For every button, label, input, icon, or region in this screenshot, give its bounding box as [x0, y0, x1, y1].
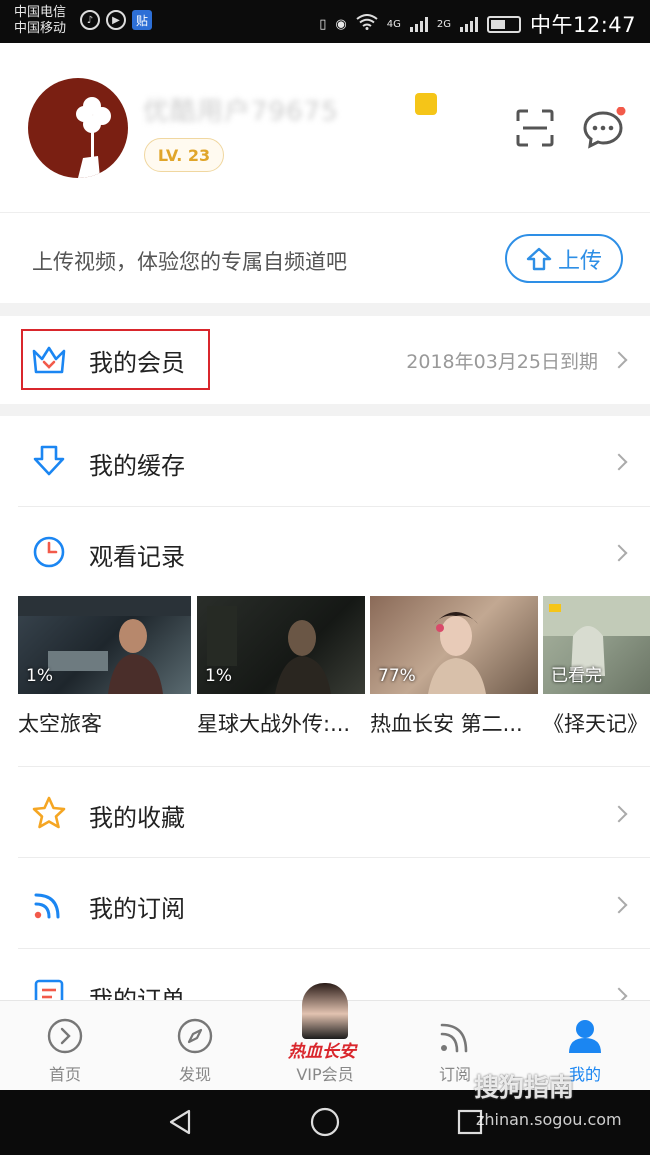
- headset-icon: ♪: [80, 10, 100, 30]
- history-strip: 1% 太空旅客 1% 星球大战外传:... 77% 热血长安 第二... 已看完…: [0, 596, 650, 766]
- menu-item-subscriptions[interactable]: 我的订阅: [0, 858, 650, 948]
- nav-discover-label: 发现: [178, 1065, 211, 1084]
- history-title: 星球大战外传:...: [197, 712, 351, 736]
- message-icon: [583, 106, 626, 149]
- play-icon: ▶: [106, 10, 126, 30]
- signal-2-icon: [459, 16, 478, 32]
- status-bar: 中国电信 中国移动 ♪ ▶ 贴 ▯ ◉ 4G 2G 中午12:47: [0, 0, 650, 43]
- section-gap: [0, 303, 650, 316]
- history-title: 热血长安 第二...: [370, 712, 523, 736]
- signal-1-icon: [409, 16, 428, 32]
- home-icon[interactable]: [309, 1106, 341, 1138]
- scan-button[interactable]: [514, 107, 556, 149]
- vip-crown-icon: [415, 93, 437, 115]
- rss-icon: [440, 1023, 468, 1053]
- eye-icon: ◉: [335, 16, 347, 32]
- history-progress: 77%: [378, 666, 416, 686]
- nav-home[interactable]: 首页: [0, 1001, 130, 1091]
- upload-button-label: 上传: [557, 248, 602, 274]
- app-root: 中国电信 中国移动 ♪ ▶ 贴 ▯ ◉ 4G 2G 中午12:47 优酷用户79…: [0, 0, 650, 1155]
- history-title: 《择天记》: [543, 712, 648, 736]
- tieba-icon: 贴: [132, 10, 152, 30]
- upload-icon: [526, 247, 552, 270]
- menu-item-history[interactable]: 观看记录: [0, 507, 650, 597]
- message-button[interactable]: [582, 106, 626, 149]
- carrier-info: 中国电信 中国移动: [14, 5, 66, 37]
- section-gap: [0, 404, 650, 416]
- carrier-2: 中国移动: [14, 21, 67, 36]
- history-progress: 已看完: [551, 666, 602, 686]
- crown-icon: [31, 342, 67, 378]
- menu-label-cache: 我的缓存: [89, 452, 185, 480]
- notification-icons: ♪ ▶ 贴: [80, 10, 152, 30]
- watermark-url: zhinan.sogou.com: [476, 1110, 622, 1129]
- membership-expiry: 2018年03月25日到期: [406, 351, 598, 373]
- history-thumbnail[interactable]: 1%: [18, 596, 191, 694]
- rss-icon: [31, 886, 67, 922]
- history-title: 太空旅客: [18, 712, 102, 736]
- chevron-right-icon: [610, 453, 628, 471]
- clock: 中午12:47: [529, 13, 636, 37]
- membership-row[interactable]: 我的会员 2018年03月25日到期: [0, 316, 650, 404]
- upload-button[interactable]: 上传: [505, 234, 623, 283]
- scan-icon: [516, 109, 554, 147]
- download-icon: [31, 443, 67, 479]
- battery-icon: [486, 15, 521, 33]
- star-icon: [31, 795, 67, 831]
- network-label-2: 2G: [436, 18, 451, 30]
- chevron-right-icon: [610, 351, 628, 369]
- vip-promo-banner: 热血长安: [288, 1042, 356, 1062]
- profile-header: 优酷用户79675 LV. 23: [0, 43, 650, 213]
- vip-promo-image: [302, 983, 348, 1039]
- network-label-1: 4G: [386, 18, 401, 30]
- menu-label-history: 观看记录: [89, 543, 185, 571]
- nav-vip[interactable]: 热血长安 VIP会员: [260, 983, 390, 1091]
- wifi-icon: [356, 14, 378, 34]
- status-right: ▯ ◉ 4G 2G 中午12:47: [319, 9, 636, 39]
- username[interactable]: 优酷用户79675: [143, 91, 393, 128]
- menu-item-cache[interactable]: 我的缓存: [0, 416, 650, 506]
- history-thumbnail[interactable]: 77%: [370, 596, 538, 694]
- watermark-brand: 搜狗指南: [474, 1073, 575, 1102]
- level-badge[interactable]: LV. 23: [144, 138, 224, 172]
- history-thumbnail[interactable]: 1%: [197, 596, 365, 694]
- history-progress: 1%: [26, 666, 53, 686]
- chevron-right-icon: [610, 896, 628, 914]
- avatar[interactable]: [28, 78, 128, 178]
- clock-icon: [31, 534, 67, 570]
- membership-label: 我的会员: [89, 349, 185, 377]
- history-thumbnail[interactable]: 已看完: [543, 596, 650, 694]
- user-icon: [569, 1020, 601, 1053]
- compass-icon: [177, 1018, 213, 1054]
- nav-vip-label: VIP会员: [296, 1065, 354, 1084]
- menu-label-subscriptions: 我的订阅: [89, 895, 185, 923]
- nav-home-label: 首页: [48, 1065, 81, 1084]
- carrier-1: 中国电信: [14, 5, 67, 20]
- play-circle-icon: [47, 1018, 83, 1054]
- vibrate-icon: ▯: [319, 16, 327, 32]
- nav-discover[interactable]: 发现: [130, 1001, 260, 1091]
- menu-item-favorites[interactable]: 我的收藏: [0, 767, 650, 857]
- history-progress: 1%: [205, 666, 232, 686]
- upload-prompt: 上传视频，体验您的专属自频道吧: [32, 250, 347, 274]
- menu-label-favorites: 我的收藏: [89, 804, 185, 832]
- back-icon[interactable]: [165, 1107, 195, 1137]
- upload-row: 上传视频，体验您的专属自频道吧 上传: [0, 213, 650, 303]
- chevron-right-icon: [610, 805, 628, 823]
- chevron-right-icon: [610, 544, 628, 562]
